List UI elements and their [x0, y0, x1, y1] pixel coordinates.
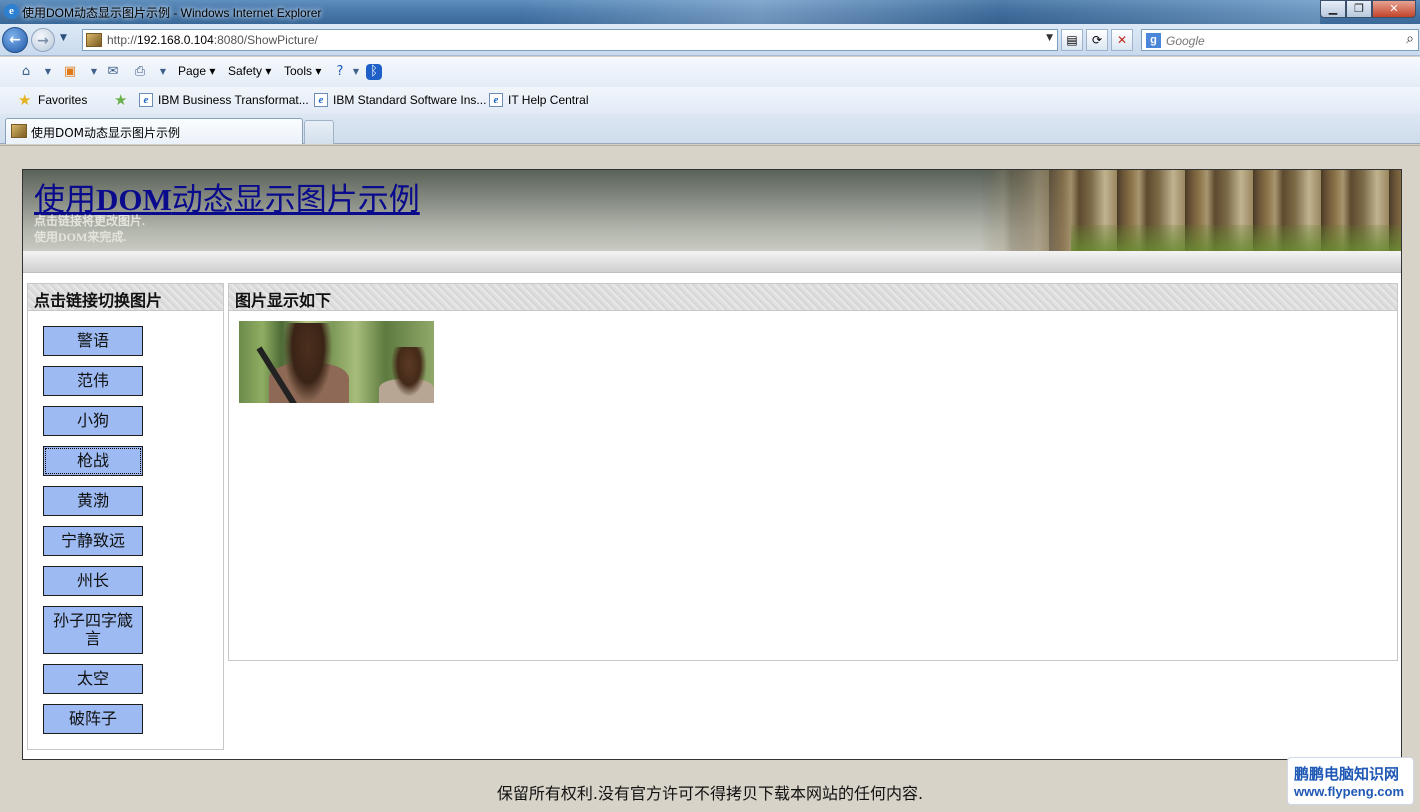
ie-logo-icon: e: [4, 4, 19, 19]
favorite-link-1[interactable]: IBM Business Transformat...: [158, 93, 309, 107]
tab-label: 使用DOM动态显示图片示例: [31, 126, 181, 140]
minimize-button[interactable]: ▁: [1320, 0, 1346, 18]
picture-link-3[interactable]: 小狗: [43, 406, 143, 436]
forward-button[interactable]: →: [31, 28, 55, 52]
close-button[interactable]: ✕: [1372, 0, 1416, 18]
page-favicon-icon: [86, 33, 102, 47]
window-titlebar: e 使用DOM动态显示图片示例 - Windows Internet Explo…: [0, 0, 1420, 24]
address-url[interactable]: http://192.168.0.104:8080/ShowPicture/: [107, 33, 318, 47]
page-menu[interactable]: Page ▾: [178, 64, 215, 78]
search-icon[interactable]: ⌕: [1406, 31, 1414, 47]
compatibility-view-button[interactable]: ▤: [1061, 29, 1083, 51]
search-placeholder: Google: [1166, 34, 1205, 48]
favorites-button[interactable]: Favorites: [38, 93, 87, 107]
stop-button[interactable]: ✕: [1111, 29, 1133, 51]
favorites-bar: ★ Favorites ★ e IBM Business Transformat…: [0, 87, 1420, 114]
feeds-dropdown-icon[interactable]: ▼: [86, 64, 102, 80]
picture-link-1[interactable]: 警语: [43, 326, 143, 356]
bluetooth-icon[interactable]: ᛒ: [366, 64, 382, 80]
print-icon[interactable]: ⎙: [132, 64, 148, 80]
picture-heading: 图片显示如下: [235, 291, 332, 310]
tools-menu[interactable]: Tools ▾: [284, 64, 321, 78]
header-forest-floor: [1071, 225, 1401, 251]
watermark-line-2: www.flypeng.com: [1294, 784, 1405, 799]
favorite-link-2[interactable]: IBM Standard Software Ins...: [333, 93, 486, 107]
tab-current[interactable]: 使用DOM动态显示图片示例: [5, 118, 303, 144]
page-header: 使用DOM动态显示图片示例 点击链接将更改图片. 使用DOM来完成.: [23, 170, 1401, 251]
navigation-bar: ← → ▼ http://192.168.0.104:8080/ShowPict…: [0, 24, 1420, 56]
titlebar-background: [520, 0, 1320, 24]
maximize-button[interactable]: ❐: [1346, 0, 1372, 18]
help-dropdown-icon[interactable]: ▼: [348, 64, 364, 80]
tab-favicon-icon: [11, 124, 27, 138]
picture-link-8[interactable]: 孙子四字箴言: [43, 606, 143, 654]
sidebar-heading: 点击链接切换图片: [34, 291, 163, 310]
safety-menu[interactable]: Safety ▾: [228, 64, 271, 78]
new-tab-button[interactable]: [304, 120, 334, 144]
window-title: 使用DOM动态显示图片示例 - Windows Internet Explore…: [22, 6, 322, 20]
window-controls: ▁ ❐ ✕: [1320, 0, 1416, 18]
picture-link-9[interactable]: 太空: [43, 664, 143, 694]
displayed-picture: [239, 321, 434, 403]
header-stripe: [23, 251, 1401, 273]
page-subtitle-2: 使用DOM来完成.: [34, 230, 127, 244]
photo-figure-2-head: [391, 347, 427, 397]
address-dropdown-icon[interactable]: ▼: [1046, 33, 1053, 43]
ie-page-icon: e: [489, 93, 503, 107]
mail-icon[interactable]: ✉: [105, 64, 121, 80]
google-search-provider-icon: g: [1146, 33, 1161, 48]
print-dropdown-icon[interactable]: ▼: [155, 64, 171, 80]
address-bar[interactable]: http://192.168.0.104:8080/ShowPicture/ ▼: [82, 29, 1058, 51]
command-bar: ⌂ ▼ ▣ ▼ ✉ ⎙ ▼ Page ▾ Safety ▾ Tools ▾ ? …: [0, 57, 1420, 87]
tab-bar: 使用DOM动态显示图片示例: [0, 114, 1420, 144]
watermark-line-1: 鹏鹏电脑知识网: [1294, 765, 1400, 783]
sidebar-panel: 点击链接切换图片 警语 范伟 小狗 枪战 黄渤 宁静致远 州长 孙子四字箴言 太…: [27, 283, 224, 750]
search-box[interactable]: g Google ⌕: [1141, 29, 1419, 51]
favorites-star-icon: ★: [18, 91, 32, 109]
home-icon[interactable]: ⌂: [18, 64, 34, 80]
picture-panel: 图片显示如下: [228, 283, 1398, 661]
site-watermark: 鹏鹏电脑知识网 www.flypeng.com: [1287, 757, 1414, 805]
refresh-button[interactable]: ⟳: [1086, 29, 1108, 51]
photo-figure-1-head: [283, 323, 333, 403]
recent-pages-dropdown[interactable]: ▼: [60, 33, 67, 43]
picture-link-4[interactable]: 枪战: [43, 446, 143, 476]
picture-link-5[interactable]: 黄渤: [43, 486, 143, 516]
back-button[interactable]: ←: [2, 27, 28, 53]
picture-link-2[interactable]: 范伟: [43, 366, 143, 396]
favorite-link-3[interactable]: IT Help Central: [508, 93, 588, 107]
add-to-favorites-icon[interactable]: ★: [114, 91, 127, 109]
picture-link-7[interactable]: 州长: [43, 566, 143, 596]
picture-heading-bar: 图片显示如下: [229, 284, 1397, 311]
picture-link-10[interactable]: 破阵子: [43, 704, 143, 734]
home-dropdown-icon[interactable]: ▼: [40, 64, 56, 80]
sidebar-heading-bar: 点击链接切换图片: [28, 284, 223, 311]
ie-page-icon: e: [314, 93, 328, 107]
page-subtitle-1: 点击链接将更改图片.: [34, 214, 146, 228]
picture-link-6[interactable]: 宁静致远: [43, 526, 143, 556]
page-container: 使用DOM动态显示图片示例 点击链接将更改图片. 使用DOM来完成. 点击链接切…: [22, 169, 1402, 760]
page-footer: 保留所有权利.没有官方许可不得拷贝下载本网站的任何内容.: [496, 784, 924, 803]
feeds-icon[interactable]: ▣: [62, 64, 78, 80]
help-icon[interactable]: ?: [332, 64, 348, 80]
ie-page-icon: e: [139, 93, 153, 107]
page-viewport: 使用DOM动态显示图片示例 点击链接将更改图片. 使用DOM来完成. 点击链接切…: [0, 145, 1420, 812]
